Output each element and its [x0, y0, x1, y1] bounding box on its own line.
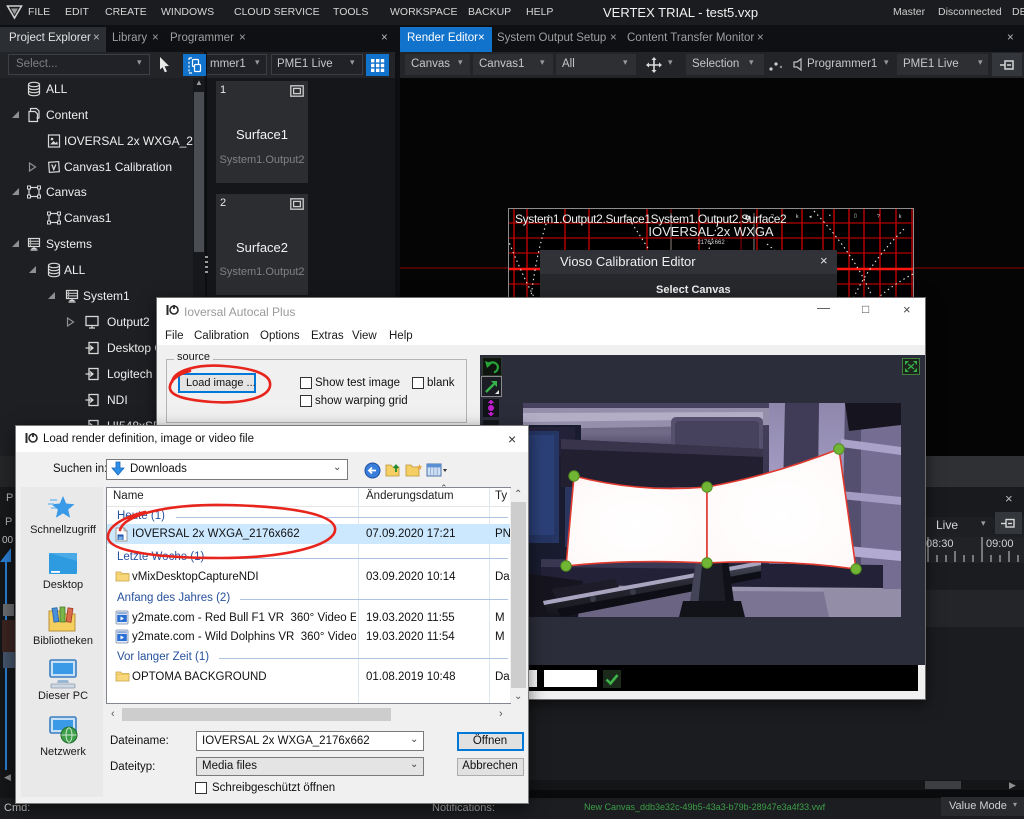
svg-text:▯: ▯: [854, 213, 857, 219]
svg-text:k: k: [899, 214, 902, 220]
svg-text:k: k: [796, 214, 799, 220]
svg-text:•: •: [829, 213, 831, 219]
svg-text:?: ?: [877, 214, 880, 220]
svg-text:◂: ◂: [809, 214, 812, 220]
